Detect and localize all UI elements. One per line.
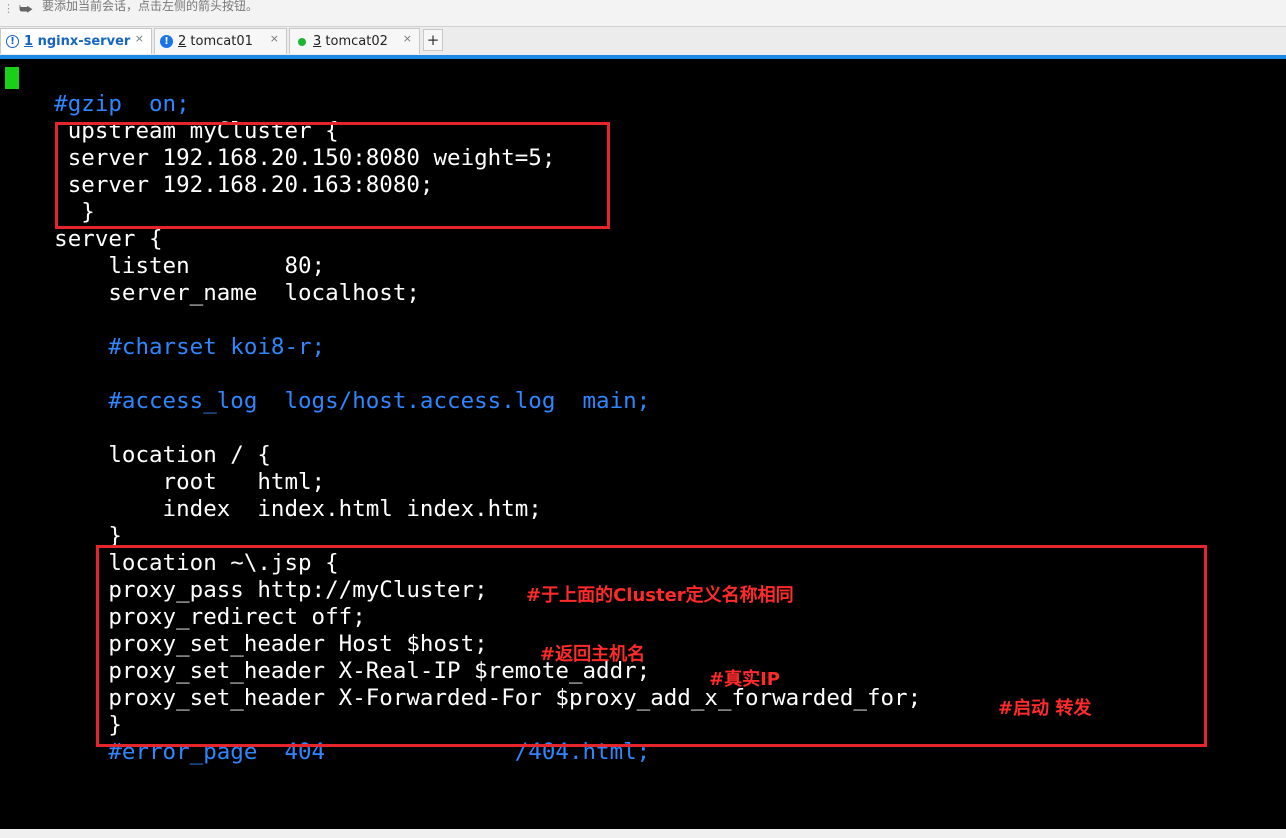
terminal-line: server { [0,226,163,252]
annotation-host: #返回主机名 [540,644,646,665]
terminal-line: #access_log logs/host.access.log main; [0,388,651,414]
terminal-line: server_name localhost; [0,280,420,306]
session-toolbar: ⋮ ⮩ 要添加当前会话，点击左侧的箭头按钮。 [0,0,1286,27]
terminal-line: index index.html index.htm; [0,496,542,522]
terminal-cursor [5,67,19,89]
terminal-line: listen 80; [0,253,326,279]
upstream-highlight-box [55,122,610,229]
tab-label: 2 tomcat01 [178,34,253,49]
annotation-real-ip: #真实IP [709,669,780,690]
toolbar-hint: 要添加当前会话，点击左侧的箭头按钮。 [42,0,259,13]
close-tab-icon[interactable]: × [135,32,144,45]
info-icon: ! [6,35,19,48]
session-tab-bar: ! 1 nginx-server × ! 2 tomcat01 × 3 tomc… [0,27,1286,55]
annotation-cluster: #于上面的Cluster定义名称相同 [526,585,794,606]
close-tab-icon[interactable]: × [270,32,279,45]
add-tab-button[interactable]: + [423,29,443,51]
terminal-line: location / { [0,442,271,468]
info-icon: ! [160,35,173,48]
annotation-forward: #启动 转发 [998,698,1092,719]
terminal-line: #charset koi8-r; [0,334,326,360]
tab-tomcat02[interactable]: 3 tomcat02 × [289,28,420,54]
add-session-arrow-icon[interactable]: ⮩ [19,0,33,18]
connected-status-icon [298,38,306,46]
terminal-line: #gzip on; [0,91,190,117]
tab-label: 3 tomcat02 [313,34,388,49]
terminal-screen[interactable]: #gzip on; upstream myCluster { server 19… [0,59,1286,829]
close-tab-icon[interactable]: × [403,32,412,45]
tab-nginx-server[interactable]: ! 1 nginx-server × [0,28,152,54]
terminal-line: root html; [0,469,326,495]
tab-label: 1 nginx-server [24,34,131,49]
grip-icon[interactable]: ⋮ [3,2,14,15]
tab-tomcat01[interactable]: ! 2 tomcat01 × [154,28,287,54]
bottom-edge [0,829,1286,838]
